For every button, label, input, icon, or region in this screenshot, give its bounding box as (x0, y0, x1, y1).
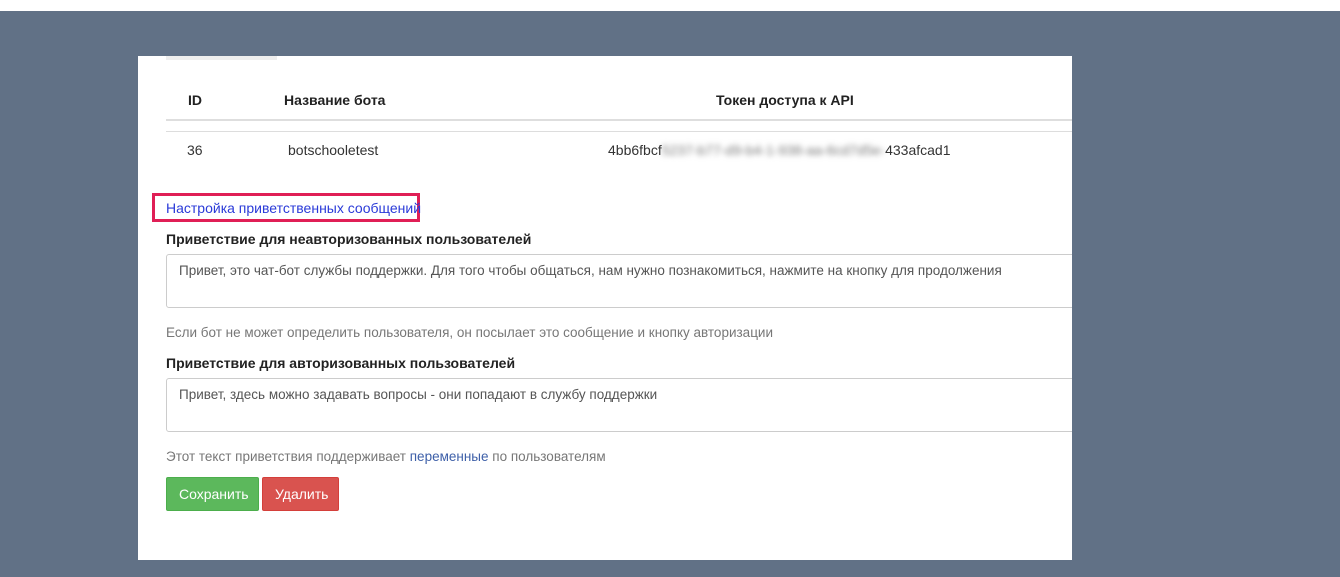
api-token-cell: 4bb6fbcf5237-b77-d9-b4-1-938-aa-6cd7d5e-… (608, 142, 951, 158)
variables-help-after: по пользователям (492, 449, 606, 464)
bot-id-cell: 36 (187, 142, 203, 158)
column-header-api-token: Токен доступа к API (716, 92, 854, 108)
token-redacted: 5237-b77-d9-b4-1-938-aa-6cd7d5e- (661, 142, 886, 158)
unauthorized-greeting-help: Если бот не может определить пользовател… (166, 325, 774, 340)
unauthorized-greeting-input[interactable]: Привет, это чат-бот службы поддержки. Дл… (166, 254, 1072, 308)
highlight-box: Настройка приветственных сообщений (152, 193, 421, 222)
variables-link[interactable]: переменные (410, 449, 489, 464)
bot-name-cell: botschooletest (288, 142, 379, 158)
save-button[interactable]: Сохранить (166, 477, 259, 511)
variables-help-text: Этот текст приветствия поддерживает пере… (166, 449, 606, 464)
authorized-greeting-input[interactable]: Привет, здесь можно задавать вопросы - о… (166, 378, 1072, 432)
unauthorized-greeting-label: Приветствие для неавторизованных пользов… (166, 231, 532, 247)
column-header-bot-name: Название бота (284, 92, 386, 108)
token-start: 4bb6fbcf (608, 142, 662, 158)
column-header-id: ID (188, 92, 202, 108)
table-header-divider (166, 119, 1072, 121)
tab-indicator (166, 56, 277, 60)
greeting-settings-link[interactable]: Настройка приветственных сообщений (166, 200, 421, 216)
authorized-greeting-label: Приветствие для авторизованных пользоват… (166, 355, 516, 371)
variables-help-before: Этот текст приветствия поддерживает (166, 449, 406, 464)
table-row-divider (166, 131, 1072, 132)
bot-settings-panel: ID Название бота Токен доступа к API 36 … (138, 56, 1072, 560)
delete-button[interactable]: Удалить (262, 477, 339, 511)
token-end: 433afcad1 (885, 142, 951, 158)
